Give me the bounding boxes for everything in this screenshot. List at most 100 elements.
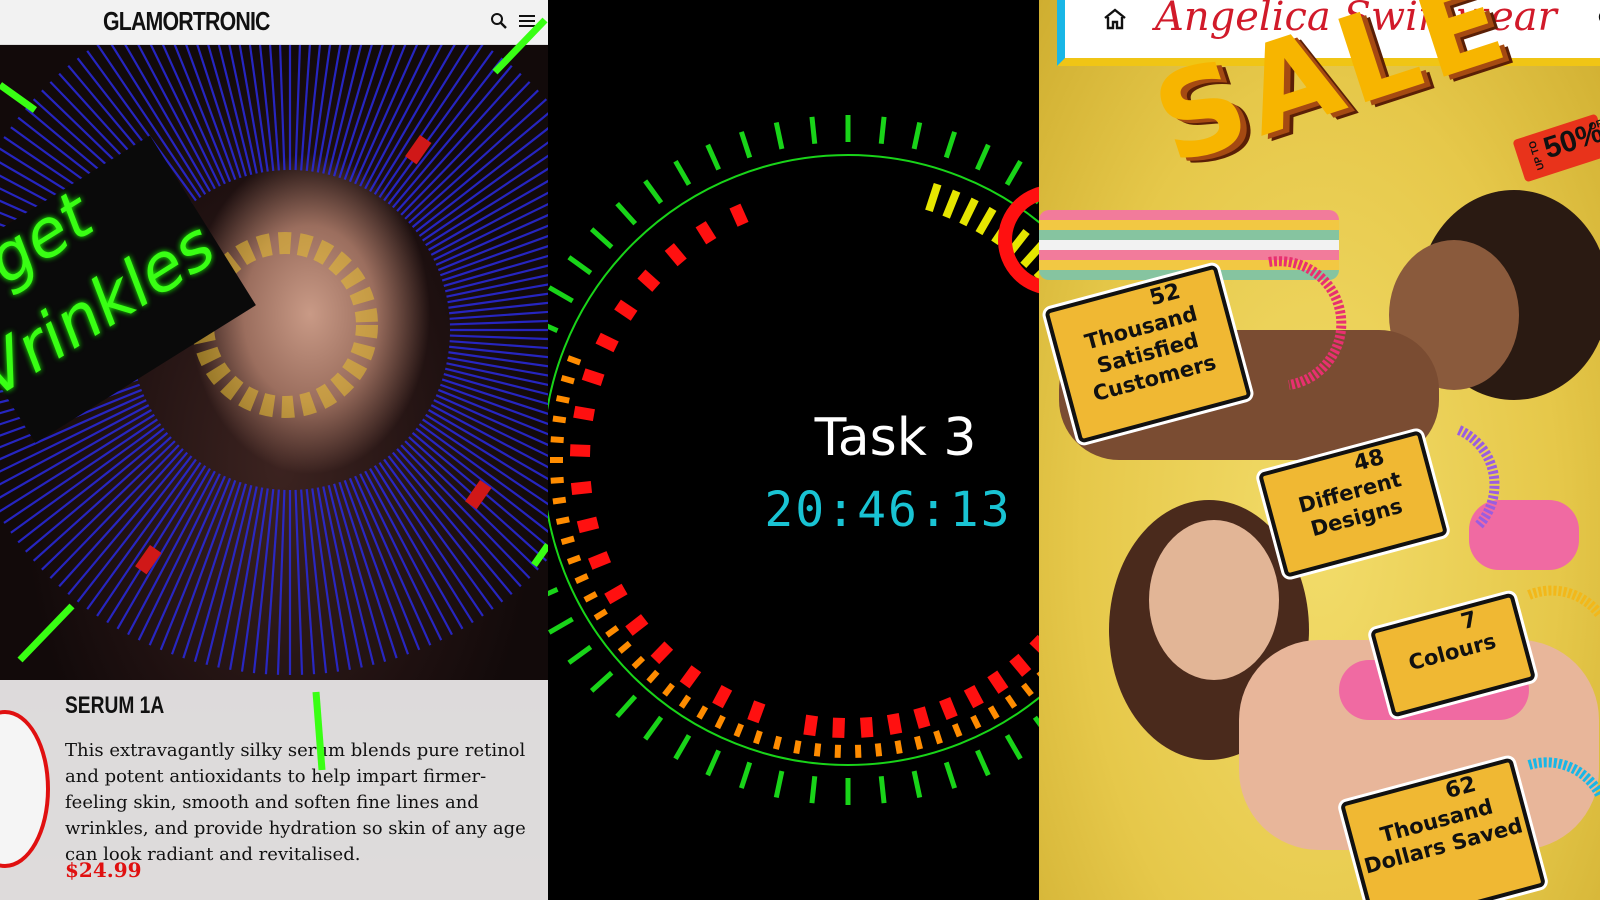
tick-mark <box>739 761 753 789</box>
neon-accent-line <box>17 603 75 663</box>
segment-orange <box>631 655 646 670</box>
neon-accent-line <box>312 691 326 771</box>
segment-orange <box>566 355 582 366</box>
neon-accent-line <box>0 82 38 113</box>
tick-mark <box>943 131 957 159</box>
segment-red <box>581 368 605 386</box>
swimwear-panel: Angelica Swimwear SALE UP TO 50% OFF 52 … <box>1039 0 1600 900</box>
segment-red <box>664 243 687 267</box>
tick-mark <box>548 587 559 597</box>
segment-orange <box>550 476 564 484</box>
segment-orange <box>566 554 582 565</box>
segment-yellow <box>1020 241 1039 268</box>
neon-accent-line <box>492 17 548 75</box>
segment-orange <box>933 730 943 745</box>
segment-red <box>712 684 733 709</box>
segment-orange <box>550 436 564 444</box>
neon-accent-line <box>531 542 548 568</box>
segment-orange <box>733 723 745 738</box>
segment-orange <box>696 705 709 720</box>
segment-red <box>625 614 649 636</box>
segment-red <box>595 332 619 353</box>
tick-mark <box>911 770 923 798</box>
segment-orange <box>617 640 632 654</box>
segment-orange <box>574 573 589 584</box>
segment-orange <box>555 516 570 525</box>
segment-yellow <box>942 189 961 219</box>
tick-mark <box>809 775 818 804</box>
tick-mark <box>567 644 593 665</box>
segment-red <box>569 444 591 457</box>
segment-red <box>1009 653 1032 677</box>
segment-orange <box>874 743 883 757</box>
tick-mark <box>548 323 559 333</box>
segment-red <box>886 713 903 735</box>
segment-orange <box>813 743 822 757</box>
task-label: Task 3 <box>814 408 977 468</box>
segment-orange <box>555 395 570 404</box>
tick-mark <box>773 122 785 150</box>
segment-orange <box>1021 682 1034 697</box>
segment-red <box>729 203 749 227</box>
tick-mark <box>705 143 721 171</box>
neon-accent-lines <box>0 17 548 771</box>
tick-mark <box>975 749 991 777</box>
segment-orange <box>560 535 575 546</box>
segment-orange <box>678 694 692 709</box>
segment-red <box>747 700 766 724</box>
segment-orange <box>951 723 963 738</box>
tick-mark <box>589 227 614 250</box>
segment-orange <box>970 714 982 730</box>
tick-mark <box>1004 159 1023 186</box>
glamortronic-panel: arget Vrinkles GLAMORTRONIC SERUM 1A Thi… <box>0 0 548 900</box>
segment-orange <box>987 705 1000 720</box>
segment-orange <box>894 740 903 754</box>
segment-yellow <box>975 206 997 236</box>
tick-mark <box>643 179 664 205</box>
tick-mark <box>943 761 957 789</box>
tick-mark <box>548 285 574 304</box>
segment-yellow <box>925 182 942 213</box>
tick-mark <box>878 775 887 804</box>
segment-red <box>913 706 931 729</box>
timer-display: 20:46:13 <box>764 482 1012 538</box>
segment-red <box>695 221 717 245</box>
segment-orange <box>646 669 660 684</box>
tick-mark <box>773 770 785 798</box>
segment-orange <box>552 496 567 505</box>
tick-mark <box>643 715 664 741</box>
segment-orange <box>1004 694 1018 709</box>
tick-mark <box>673 159 692 186</box>
task-timer-panel: Task 3 20:46:13 <box>548 0 1039 900</box>
tick-mark <box>1004 734 1023 761</box>
segment-red <box>963 684 984 709</box>
tick-mark <box>878 116 887 145</box>
segment-red <box>860 716 874 738</box>
segment-red <box>570 481 593 496</box>
segment-orange <box>583 591 598 603</box>
segment-red <box>614 299 638 321</box>
tick-mark <box>705 749 721 777</box>
segment-red <box>679 665 702 689</box>
segment-red <box>803 714 819 737</box>
segment-orange <box>793 740 802 754</box>
segment-red <box>637 269 661 292</box>
tick-mark <box>673 734 692 761</box>
segment-red <box>573 405 595 422</box>
tick-mark <box>739 131 753 159</box>
segment-red <box>987 670 1009 694</box>
home-icon[interactable] <box>1103 8 1127 30</box>
segment-yellow <box>959 197 979 227</box>
segment-red <box>576 516 600 534</box>
tick-mark <box>567 255 593 276</box>
segment-orange <box>552 415 567 424</box>
tick-mark <box>615 201 638 226</box>
segment-orange <box>560 374 575 385</box>
segment-orange <box>914 735 924 750</box>
segment-red <box>832 717 845 739</box>
segment-red <box>650 641 674 665</box>
segment-orange <box>593 608 608 621</box>
segment-orange <box>714 714 726 730</box>
segment-orange <box>605 625 620 638</box>
tick-mark <box>975 143 991 171</box>
